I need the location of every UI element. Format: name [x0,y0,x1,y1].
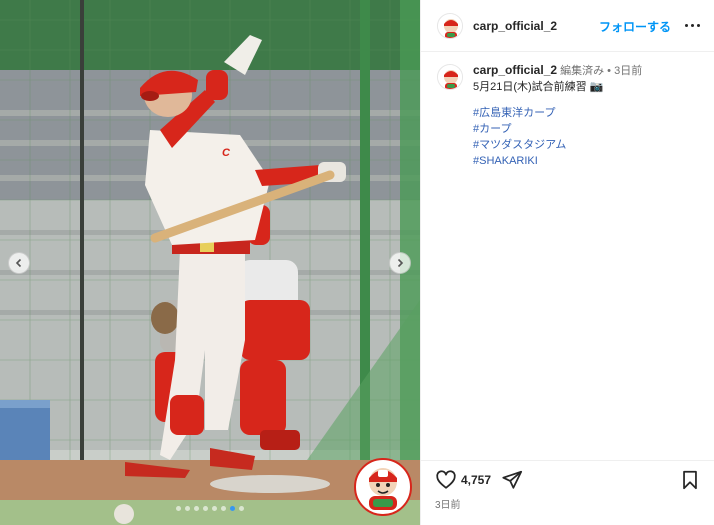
meta-separator: • [607,65,612,77]
edited-label: 編集済み [560,65,605,77]
previous-photo-button[interactable] [8,252,30,274]
carousel-dot [212,506,217,511]
carousel-dot [230,506,235,511]
heart-icon [436,470,456,489]
post-header: carp_official_2 フォローする [421,0,714,52]
header-username[interactable]: carp_official_2 [473,19,557,33]
carousel-dot [176,506,181,511]
relative-time[interactable]: 3日前 [614,65,642,77]
hashtag-link[interactable]: #カープ [473,121,707,137]
carousel-dot [203,506,208,511]
carousel-dot [185,506,190,511]
more-options-icon[interactable] [683,16,701,34]
batting-practice-image: C [0,0,420,525]
post-photo[interactable]: C [0,0,420,525]
like-count[interactable]: 4,757 [461,473,491,487]
paper-plane-icon [502,470,523,489]
caption-username[interactable]: carp_official_2 [473,63,557,77]
post-date[interactable]: 3日前 [435,496,461,511]
post-caption: carp_official_2 編集済み • 3日前 5月21日(木)試合前練習… [437,62,707,169]
hashtag-link[interactable]: #広島東洋カープ [473,105,707,121]
carp-avatar-icon [438,65,462,89]
avatar[interactable] [437,64,463,90]
bookmark-icon [683,470,697,490]
chevron-right-icon [397,258,404,268]
carousel-dot [221,506,226,511]
hashtag-list: #広島東洋カープ #カープ #マツダスタジアム #SHAKARIKI [473,105,707,169]
carousel-dot [239,506,244,511]
carousel-dot [194,506,199,511]
post-actions-bar: 4,757 [421,460,714,496]
camera-emoji: 📷 [589,81,604,93]
hashtag-link[interactable]: #マツダスタジアム [473,137,707,153]
chevron-left-icon [15,258,22,268]
carp-avatar-icon [438,13,462,38]
post-details-panel: carp_official_2 フォローする carp_official_2 編… [420,0,714,525]
carp-mascot-logo [354,458,412,516]
hashtag-link[interactable]: #SHAKARIKI [473,153,707,169]
svg-text:C: C [222,147,231,159]
avatar[interactable] [437,12,463,39]
save-button[interactable] [679,469,701,491]
caption-text: 5月21日(木)試合前練習 [473,81,587,93]
next-photo-button[interactable] [389,252,411,274]
follow-button[interactable]: フォローする [599,18,671,35]
share-button[interactable] [501,469,523,491]
like-button[interactable] [435,469,457,491]
